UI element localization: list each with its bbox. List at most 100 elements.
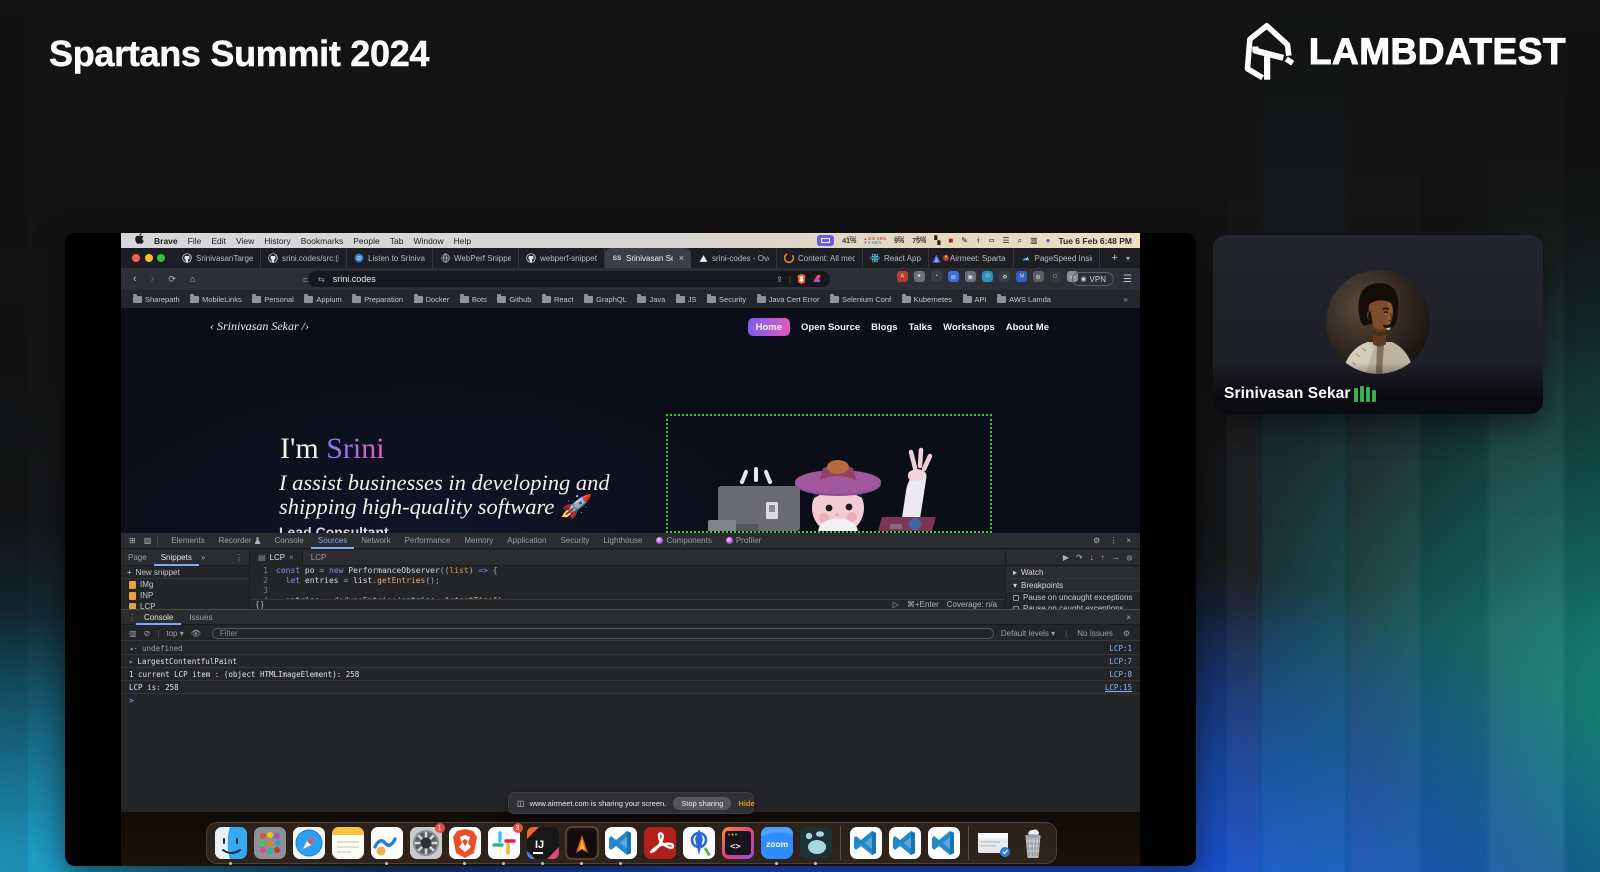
dock-slack-icon[interactable]: 3 bbox=[486, 823, 523, 865]
clear-console-icon[interactable]: ⊘ bbox=[144, 629, 151, 638]
menu-view[interactable]: View bbox=[236, 236, 254, 246]
minimize-window-button[interactable] bbox=[144, 254, 153, 262]
console-settings-icon[interactable]: ⚙ bbox=[1123, 629, 1130, 638]
editor-tab-lcp2[interactable]: LCP bbox=[303, 550, 335, 566]
devtools-tab-recorder[interactable]: Recorder bbox=[212, 533, 268, 549]
deactivate-bp-icon[interactable]: ⦻ bbox=[1127, 553, 1132, 563]
snippet-inp[interactable]: INP bbox=[121, 590, 249, 601]
menu-people[interactable]: People bbox=[353, 236, 379, 246]
bluetooth-icon[interactable]: ᚼ bbox=[976, 236, 981, 245]
tab-search-chevron[interactable]: ▾ bbox=[1126, 254, 1130, 263]
devtools-tab-elements[interactable]: Elements bbox=[164, 533, 211, 549]
spotlight-icon[interactable]: ⌕ bbox=[1018, 236, 1022, 246]
dock-notes-icon[interactable] bbox=[330, 825, 366, 861]
extension-icon[interactable]: ✿ bbox=[999, 271, 1010, 282]
wifi-icon[interactable]: ☰ bbox=[1002, 236, 1009, 245]
extension-icon[interactable]: ♥ bbox=[914, 271, 925, 282]
console-sidebar-icon[interactable]: ▥ bbox=[129, 629, 137, 638]
apple-menu-icon[interactable] bbox=[135, 233, 144, 247]
extension-icon[interactable]: ◍ bbox=[1033, 271, 1044, 282]
browser-tab[interactable]: React App bbox=[863, 248, 929, 268]
console-filter-input[interactable]: Filter bbox=[211, 627, 994, 639]
console-kebab-icon[interactable]: ⋮ bbox=[128, 613, 136, 622]
nav-about-me[interactable]: About Me bbox=[1006, 322, 1049, 333]
browser-tab[interactable]: srini-codes - Ove bbox=[691, 248, 777, 268]
menubar-clock[interactable]: Tue 6 Feb 6:48 PM bbox=[1058, 236, 1132, 246]
extension-icon[interactable]: □ bbox=[1050, 271, 1061, 282]
menu-history[interactable]: History bbox=[264, 236, 290, 246]
stepout-icon[interactable]: ↑ bbox=[1101, 553, 1105, 562]
bookmark-sharepath[interactable]: Sharepath bbox=[133, 293, 180, 304]
console-source-link[interactable]: LCP:8 bbox=[1109, 670, 1132, 679]
menu-bookmarks[interactable]: Bookmarks bbox=[301, 236, 344, 246]
browser-tab[interactable]: Airmeet: Sparta bbox=[929, 248, 1014, 268]
zoom-window-button[interactable] bbox=[157, 254, 165, 262]
bookmark-github[interactable]: Github bbox=[497, 293, 531, 304]
dock-astro-terminal-icon[interactable] bbox=[564, 825, 600, 865]
resume-icon[interactable]: ▶ bbox=[1063, 553, 1069, 562]
extension-icon[interactable]: G bbox=[982, 271, 993, 282]
dock-vscode-win3-icon[interactable] bbox=[926, 825, 962, 861]
console-log-row[interactable]: LCP is: 258 LCP:15 bbox=[121, 681, 1140, 694]
menu-brave[interactable]: Brave bbox=[154, 236, 178, 246]
levels-dropdown[interactable]: Default levels ▾ bbox=[1001, 629, 1055, 638]
snippets-tab[interactable]: Snippets bbox=[154, 550, 199, 566]
stepover-icon[interactable]: ↷ bbox=[1076, 553, 1083, 562]
reload-button[interactable]: ⟳ bbox=[168, 274, 176, 285]
browser-tab[interactable]: webperf-snippets bbox=[519, 248, 605, 268]
dock-vscode-win2-icon[interactable] bbox=[887, 825, 923, 861]
menu-button[interactable]: ☰ bbox=[1123, 274, 1132, 285]
extension-icon[interactable]: M bbox=[1016, 271, 1027, 282]
bookmark-personal[interactable]: Personal bbox=[252, 293, 294, 304]
console-log-row[interactable]: ◂· undefined LCP:1 bbox=[121, 642, 1140, 655]
step-icon[interactable]: → bbox=[1112, 553, 1120, 562]
control-center-icon[interactable]: ▥ bbox=[1030, 236, 1038, 245]
devtools-settings-icon[interactable]: ⚙ bbox=[1093, 536, 1100, 545]
dock-freeform-icon[interactable] bbox=[369, 825, 405, 865]
nav-blogs[interactable]: Blogs bbox=[871, 322, 897, 333]
close-window-button[interactable] bbox=[132, 254, 140, 262]
browser-tab[interactable]: SrinivasanTarget/w bbox=[175, 248, 261, 268]
extension-icon[interactable]: ▣ bbox=[965, 271, 976, 282]
extension-icon[interactable]: ▤ bbox=[948, 271, 959, 282]
forward-button[interactable]: › bbox=[151, 273, 155, 285]
screen-recording-indicator[interactable] bbox=[817, 235, 835, 246]
devtools-tab-network[interactable]: Network bbox=[354, 533, 397, 549]
bookmark-js[interactable]: JS bbox=[675, 293, 697, 304]
extension-icon[interactable]: A bbox=[897, 271, 908, 282]
battery-icon[interactable]: ▭ bbox=[989, 237, 995, 244]
browser-tab[interactable]: Content: All media bbox=[777, 248, 863, 268]
nav-open-source[interactable]: Open Source bbox=[801, 322, 860, 333]
bookmark-mobilelinks[interactable]: MobileLinks bbox=[190, 293, 242, 304]
dock-intellij-icon[interactable] bbox=[525, 825, 561, 865]
console-log-row[interactable]: 1 current LCP item : (object HTMLImageEl… bbox=[121, 668, 1140, 681]
dock-vscode-win1-icon[interactable] bbox=[848, 825, 884, 861]
dock-brave-icon[interactable] bbox=[447, 825, 483, 865]
issues-tab[interactable]: Issues bbox=[181, 610, 220, 625]
bookmarks-overflow-chevron[interactable]: » bbox=[1124, 295, 1128, 304]
console-tab[interactable]: Console bbox=[136, 610, 181, 625]
menu-tab[interactable]: Tab bbox=[390, 236, 404, 246]
nav-home[interactable]: Home bbox=[747, 318, 791, 336]
bookmark-selenium-conf[interactable]: Selenium Conf bbox=[829, 293, 891, 304]
browser-tab[interactable]: srini.codes/src:(scr bbox=[261, 248, 347, 268]
dock-minimized-window-icon[interactable] bbox=[976, 825, 1012, 861]
pretty-print-icon[interactable]: { } bbox=[256, 600, 264, 609]
pause-uncaught-checkbox[interactable]: Pause on uncaught exceptions bbox=[1006, 592, 1140, 603]
hide-button[interactable]: Hide bbox=[738, 799, 754, 808]
dock-launchpad-icon[interactable] bbox=[252, 825, 288, 861]
browser-tab[interactable]: Listen to Srinivasa bbox=[347, 248, 433, 268]
menu-file[interactable]: File bbox=[188, 236, 202, 246]
devtools-tab-components[interactable]: Components bbox=[649, 533, 718, 549]
devtools-tab-security[interactable]: Security bbox=[553, 533, 596, 549]
dock-vscode-icon[interactable] bbox=[603, 825, 639, 865]
devtools-tab-profiler[interactable]: Profiler bbox=[719, 533, 768, 549]
bookmark-react[interactable]: React bbox=[541, 293, 574, 304]
console-source-link[interactable]: LCP:1 bbox=[1109, 644, 1132, 653]
devtools-tab-sources[interactable]: Sources bbox=[311, 533, 354, 549]
devtools-tab-console[interactable]: Console bbox=[268, 533, 311, 549]
url-text[interactable]: srini.codes bbox=[333, 274, 376, 284]
new-snippet-button[interactable]: + New snippet bbox=[121, 566, 249, 579]
app-status-icon-2[interactable]: ■ bbox=[948, 236, 953, 245]
inspect-icon[interactable]: ⊞ bbox=[129, 536, 136, 545]
